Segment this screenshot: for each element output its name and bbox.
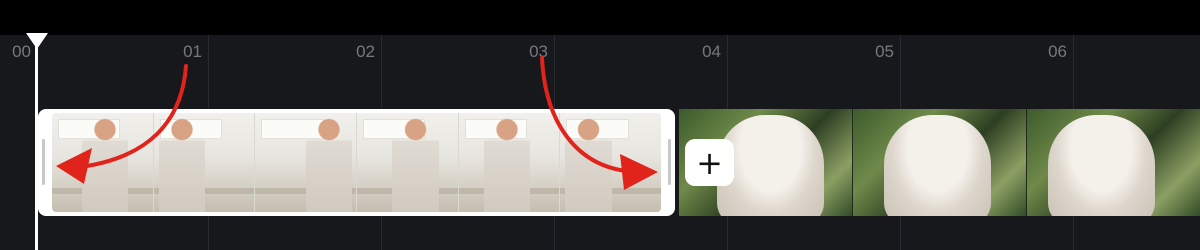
add-transition-button[interactable]: + [685,139,734,186]
clip-frame [853,109,1027,216]
time-tick: 02 [356,42,375,61]
time-tick: 05 [875,42,894,61]
clip-frame [1027,109,1200,216]
clip-frame [153,113,256,212]
clip-frame [52,113,154,212]
playhead-handle[interactable] [26,33,48,49]
time-tick: 03 [529,42,548,61]
clip-frame [255,113,358,212]
time-tick: 01 [183,42,202,61]
trim-handle-right[interactable] [668,139,671,185]
clip-frame [560,113,661,212]
time-tick: 06 [1048,42,1067,61]
time-tick: 04 [702,42,721,61]
video-clip-selected[interactable] [38,109,675,216]
clip-frame [458,113,561,212]
trim-handle-left[interactable] [42,139,45,185]
video-clip[interactable] [679,109,1200,216]
clip-thumbnail-strip [52,113,661,212]
top-bar [0,0,1200,35]
clip-frame [357,113,459,212]
playhead[interactable] [35,35,38,250]
